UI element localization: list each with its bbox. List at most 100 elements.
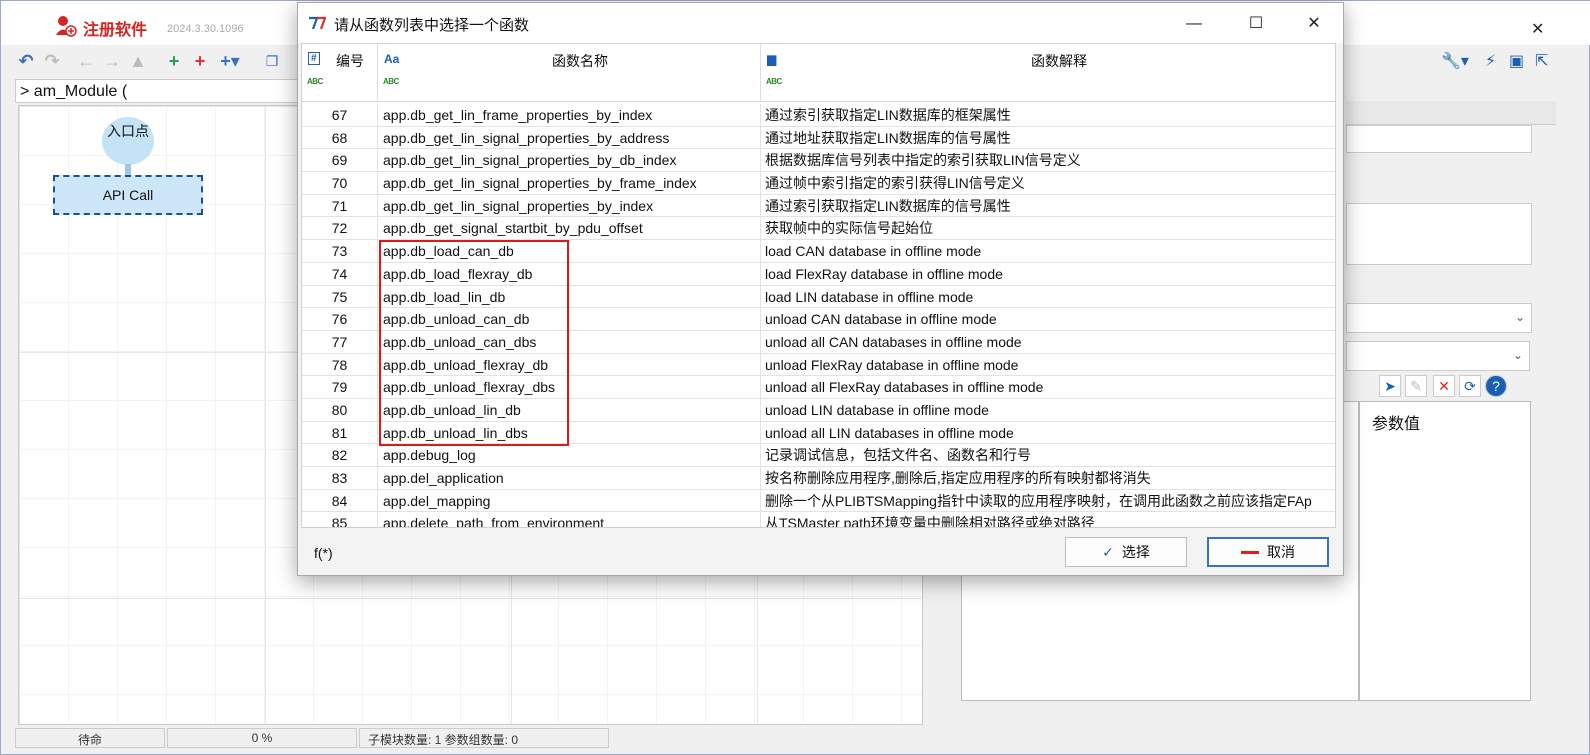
col-header-desc[interactable]: ▆ 函数解释 ABC [761,44,1335,102]
function-grid[interactable]: # 编号 ABC Aa 函数名称 ABC ▆ 函数解释 ABC 67 app.db… [301,43,1336,528]
row-number: 79 [302,376,378,399]
param-value-label: 参数值 [1372,414,1421,433]
add-green-icon[interactable]: + [163,49,185,73]
row-number: 74 [302,262,378,286]
tsmaster-logo-icon [309,16,326,30]
col-header-num[interactable]: # 编号 ABC [302,44,378,102]
function-name: app.db_unload_flexray_db [378,353,761,377]
row-number: 71 [302,194,378,218]
function-description: 记录调试信息，包括文件名、函数名和行号 [761,444,1335,467]
row-number: 85 [302,512,378,527]
select-button[interactable]: ✓ 选择 [1065,537,1187,567]
table-row[interactable]: 74 app.db_load_flexray_db load FlexRay dat… [302,262,1335,286]
function-name: app.db_unload_flexray_dbs [378,376,761,399]
check-icon: ✓ [1102,543,1114,560]
table-row[interactable]: 78 app.db_unload_flexray_db unload FlexRay… [302,353,1335,377]
fx-label: f(*) [314,545,333,561]
arrow-left-icon[interactable]: ← [75,49,97,73]
function-description: load FlexRay database in offline mode [761,263,1335,286]
function-description: 从TSMaster path环境变量中删除相对路径或绝对路径 [761,512,1335,527]
app-name: 注册软件 [83,20,148,39]
status-state: 待命 [15,728,165,748]
filter-abc-icon[interactable]: ABC [383,77,399,86]
property-combo-2[interactable]: ⌄ [1346,341,1530,371]
row-number: 67 [302,104,378,127]
edit-icon[interactable]: ✎ [1405,375,1427,397]
cancel-button[interactable]: 取消 [1207,537,1329,567]
function-description: unload all FlexRay databases in offline … [761,376,1335,399]
help-icon[interactable]: ? [1485,375,1507,397]
filter-abc-icon[interactable]: ABC [307,77,323,86]
minimize-icon[interactable]: — [1182,13,1206,35]
table-row[interactable]: 77 app.db_unload_can_dbs unload all CAN da… [302,330,1335,354]
delete-icon[interactable]: ✕ [1433,375,1455,397]
property-memo[interactable] [1346,203,1532,265]
main-close-icon[interactable]: ✕ [1531,19,1544,39]
function-description: load LIN database in offline mode [761,286,1335,309]
add-red-icon[interactable]: + [189,49,211,73]
export-icon[interactable]: ⇱ [1535,51,1548,71]
table-row[interactable]: 82 app.debug_log 记录调试信息，包括文件名、函数名和行号 [302,444,1335,467]
function-description: 按名称删除应用程序,删除后,指定应用程序的所有映射都将消失 [761,467,1335,490]
refresh-icon[interactable]: ⟳ [1459,375,1481,397]
col-header-name[interactable]: Aa 函数名称 ABC [378,44,761,102]
function-description: unload all LIN databases in offline mode [761,422,1335,445]
function-description: 通过地址获取指定LIN数据库的信号属性 [761,127,1335,150]
row-number: 68 [302,126,378,150]
property-field[interactable] [1346,125,1532,153]
window-close-icon[interactable]: ▣ [1509,51,1524,71]
table-row[interactable]: 76 app.db_unload_can_db unload CAN databas… [302,308,1335,331]
table-row[interactable]: 81 app.db_unload_lin_dbs unload all LIN da… [302,421,1335,445]
row-number: 72 [302,217,378,241]
table-row[interactable]: 84 app.del_mapping 删除一个从PLIBTSMapping指针中读取… [302,489,1335,513]
api-call-node[interactable]: API Call [53,175,203,215]
text-aa-icon: Aa [384,52,400,66]
table-row[interactable]: 75 app.db_load_lin_db load LIN database in… [302,285,1335,309]
table-row[interactable]: 80 app.db_unload_lin_db unload LIN databas… [302,398,1335,422]
status-progress: 0 % [167,728,357,748]
table-row[interactable]: 72 app.db_get_signal_startbit_by_pdu_offs… [302,217,1335,241]
status-bar: 待命 0 % 子模块数量: 1 参数组数量: 0 [15,726,1575,748]
right-toolbar: 🔧▾ ⚡ ▣ ⇱ [1441,51,1561,75]
maximize-icon[interactable]: ☐ [1244,13,1268,35]
function-name: app.db_unload_lin_dbs [378,421,761,445]
table-row[interactable]: 68 app.db_get_lin_signal_properties_by_ad… [302,126,1335,150]
row-number: 84 [302,489,378,513]
status-counts: 子模块数量: 1 参数组数量: 0 [359,728,609,748]
arrow-right-icon[interactable]: → [101,49,123,73]
row-number: 73 [302,240,378,263]
table-row[interactable]: 73 app.db_load_can_db load CAN database in… [302,240,1335,263]
property-combo-1[interactable]: ⌄ [1346,303,1532,333]
table-row[interactable]: 69 app.db_get_lin_signal_properties_by_db… [302,149,1335,173]
table-row[interactable]: 67 app.db_get_lin_frame_properties_by_ind… [302,104,1335,127]
row-number: 70 [302,172,378,195]
function-description: load CAN database in offline mode [761,240,1335,263]
redo-icon[interactable]: ↷ [41,49,63,73]
copy-icon[interactable]: ❐ [261,49,283,73]
function-name: app.db_unload_lin_db [378,398,761,422]
table-row[interactable]: 71 app.db_get_lin_signal_properties_by_in… [302,194,1335,218]
cursor-icon[interactable]: ➤ [1379,375,1401,397]
grid-body: 67 app.db_get_lin_frame_properties_by_ind… [302,104,1335,527]
row-number: 69 [302,149,378,173]
lightning-icon[interactable]: ⚡ [1485,51,1496,71]
module-tab[interactable]: > am_Module ( [15,79,323,103]
wrench-dropdown-icon[interactable]: 🔧▾ [1441,51,1469,71]
entry-node[interactable]: 入口点 [102,117,154,165]
undo-icon[interactable]: ↶ [15,49,37,73]
arrow-up-icon[interactable]: ▲ [127,49,149,73]
function-name: app.db_get_lin_signal_properties_by_db_i… [378,149,761,173]
add-blue-dropdown-icon[interactable]: +▾ [219,49,241,73]
table-row[interactable]: 83 app.del_application 按名称删除应用程序,删除后,指定应用程… [302,467,1335,490]
folder-icon: ▆ [767,52,777,66]
table-row[interactable]: 79 app.db_unload_flexray_dbs unload all Fl… [302,376,1335,399]
function-description: unload all CAN databases in offline mode [761,331,1335,354]
function-description: 通过帧中索引指定的索引获得LIN信号定义 [761,172,1335,195]
minus-icon [1241,550,1259,554]
table-row[interactable]: 70 app.db_get_lin_signal_properties_by_fr… [302,172,1335,195]
function-name: app.db_get_lin_signal_properties_by_addr… [378,126,761,150]
table-row[interactable]: 85 app.delete_path_from_environment 从TSMas… [302,512,1335,527]
close-icon[interactable]: ✕ [1302,13,1326,35]
chevron-down-icon: ⌄ [1514,310,1525,324]
filter-abc-icon[interactable]: ABC [766,77,782,86]
